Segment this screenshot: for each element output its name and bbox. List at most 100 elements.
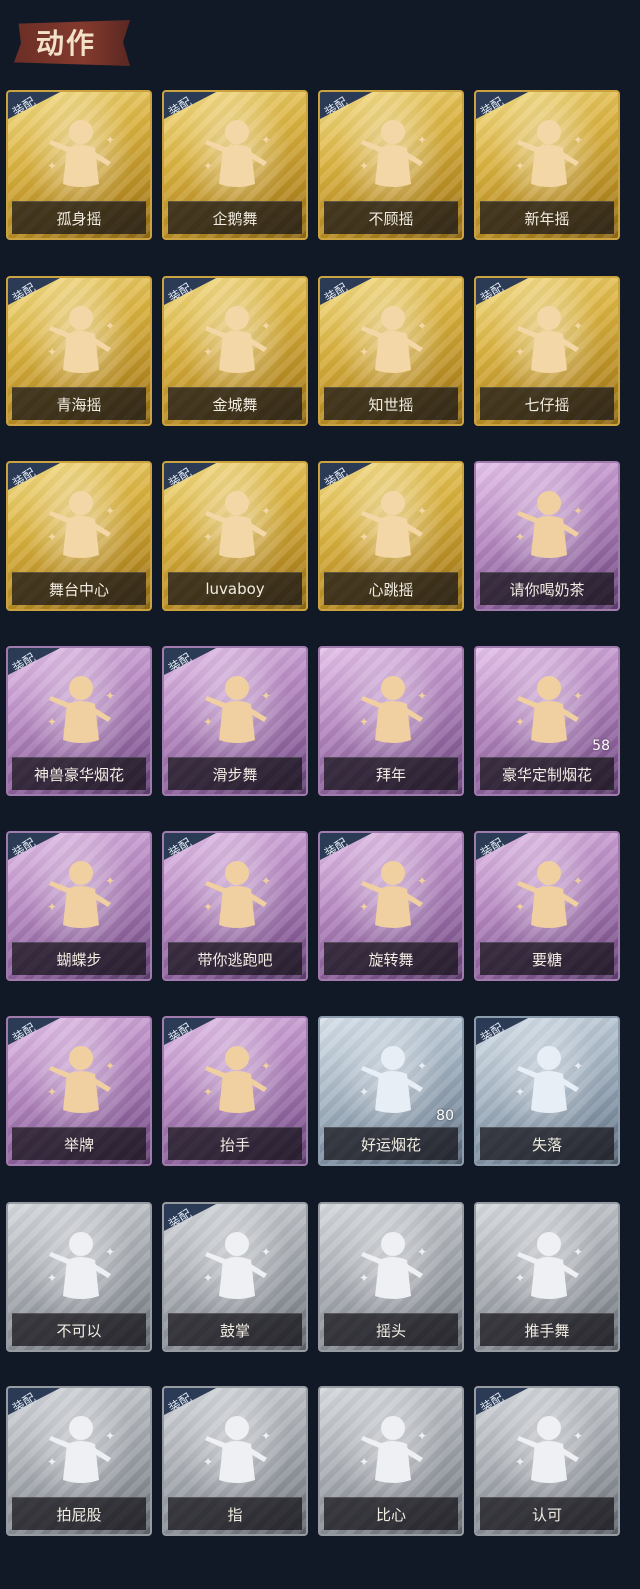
- svg-text:✦: ✦: [261, 874, 271, 888]
- emote-card[interactable]: ✦ ✦ 神兽豪华烟花 装配: [6, 646, 152, 796]
- figure-raise-icon: ✦ ✦: [197, 1040, 277, 1128]
- svg-text:✦: ✦: [359, 1455, 369, 1469]
- svg-text:✦: ✦: [417, 133, 427, 147]
- figure-music-icon: ✦ ✦: [353, 300, 433, 388]
- svg-text:✦: ✦: [359, 1271, 369, 1285]
- card-label: 舞台中心: [48, 580, 109, 599]
- svg-text:✦: ✦: [47, 159, 57, 173]
- emote-card[interactable]: ✦ ✦ 带你逃跑吧 装配: [162, 831, 308, 981]
- svg-text:✦: ✦: [573, 874, 583, 888]
- card-label: 青海摇: [56, 395, 102, 414]
- card-label-bar: 蝴蝶步: [12, 942, 146, 975]
- emote-card[interactable]: ✦ ✦ 比心: [318, 1386, 464, 1536]
- svg-text:✦: ✦: [203, 1455, 213, 1469]
- emote-card[interactable]: ✦ ✦ 80 好运烟花: [318, 1016, 464, 1166]
- emote-card[interactable]: ✦ ✦ 不可以: [6, 1202, 152, 1352]
- emote-card[interactable]: ✦ ✦ 七仔摇 装配: [474, 276, 620, 426]
- emote-card[interactable]: ✦ ✦ 舞台中心 装配: [6, 461, 152, 611]
- card-label: 比心: [375, 1505, 406, 1524]
- card-label: 推手舞: [524, 1321, 570, 1340]
- card-label-bar: 金城舞: [168, 387, 302, 420]
- card-label-bar: 鼓掌: [168, 1313, 302, 1346]
- card-label-bar: 滑步舞: [168, 757, 302, 790]
- svg-text:✦: ✦: [261, 319, 271, 333]
- emote-card[interactable]: ✦ ✦ 拜年: [318, 646, 464, 796]
- emote-card[interactable]: ✦ ✦ 孤身摇 装配: [6, 90, 152, 240]
- svg-text:✦: ✦: [105, 1059, 115, 1073]
- card-label: 七仔摇: [524, 395, 570, 414]
- figure-spin-icon: ✦ ✦: [353, 855, 433, 943]
- svg-text:✦: ✦: [47, 530, 57, 544]
- svg-text:✦: ✦: [47, 900, 57, 914]
- figure-arms-icon: ✦ ✦: [41, 300, 121, 388]
- emote-card[interactable]: ✦ ✦ 摇头: [318, 1202, 464, 1352]
- emote-card[interactable]: ✦ ✦ luvaboy 装配: [162, 461, 308, 611]
- emote-card[interactable]: ✦ ✦ 认可 装配: [474, 1386, 620, 1536]
- svg-text:✦: ✦: [515, 1455, 525, 1469]
- card-label: 认可: [531, 1505, 562, 1524]
- card-label-bar: 抬手: [168, 1127, 302, 1160]
- emote-card[interactable]: ✦ ✦ 新年摇 装配: [474, 90, 620, 240]
- card-label-bar: 拜年: [324, 757, 458, 790]
- card-label-bar: 舞台中心: [12, 572, 146, 605]
- emote-card[interactable]: ✦ ✦ 心跳摇 装配: [318, 461, 464, 611]
- card-label-bar: 知世摇: [324, 387, 458, 420]
- emote-card[interactable]: ✦ ✦ 鼓掌 装配: [162, 1202, 308, 1352]
- card-label: 请你喝奶茶: [509, 580, 585, 599]
- svg-text:✦: ✦: [573, 133, 583, 147]
- svg-text:✦: ✦: [515, 530, 525, 544]
- card-label: 企鹅舞: [212, 209, 258, 228]
- section-header: 动作: [0, 0, 640, 80]
- emote-card[interactable]: ✦ ✦ 举牌 装配: [6, 1016, 152, 1166]
- card-label-bar: 旋转舞: [324, 942, 458, 975]
- card-label-bar: 神兽豪华烟花: [12, 757, 146, 790]
- svg-text:✦: ✦: [515, 159, 525, 173]
- card-label-bar: 企鹅舞: [168, 201, 302, 234]
- emote-card[interactable]: ✦ ✦ 企鹅舞 装配: [162, 90, 308, 240]
- card-label-bar: 请你喝奶茶: [480, 572, 614, 605]
- emote-card[interactable]: ✦ ✦ 请你喝奶茶: [474, 461, 620, 611]
- card-label-bar: 失落: [480, 1127, 614, 1160]
- card-label-bar: 心跳摇: [324, 572, 458, 605]
- item-count: 58: [592, 738, 610, 754]
- figure-ask-icon: ✦ ✦: [509, 855, 589, 943]
- firework-can-icon: ✦ ✦: [353, 1040, 433, 1128]
- fireworks-gift-icon: ✦ ✦: [509, 670, 589, 758]
- emote-card[interactable]: ✦ ✦ 抬手 装配: [162, 1016, 308, 1166]
- emote-card[interactable]: ✦ ✦ 青海摇 装配: [6, 276, 152, 426]
- emote-card[interactable]: ✦ ✦ 蝴蝶步 装配: [6, 831, 152, 981]
- card-label: 不可以: [56, 1321, 102, 1340]
- svg-text:✦: ✦: [203, 715, 213, 729]
- card-label-bar: 推手舞: [480, 1313, 614, 1346]
- svg-text:✦: ✦: [47, 715, 57, 729]
- svg-text:✦: ✦: [105, 1429, 115, 1443]
- emote-card[interactable]: ✦ ✦ 不顾摇 装配: [318, 90, 464, 240]
- emote-card[interactable]: ✦ ✦ 要糖 装配: [474, 831, 620, 981]
- figure-wave-icon: ✦ ✦: [353, 485, 433, 573]
- emote-card[interactable]: ✦ ✦ 旋转舞 装配: [318, 831, 464, 981]
- emote-card[interactable]: ✦ ✦ 指装配: [162, 1386, 308, 1536]
- svg-text:✦: ✦: [359, 345, 369, 359]
- emote-card[interactable]: ✦ ✦ 58 豪华定制烟花: [474, 646, 620, 796]
- emote-card[interactable]: ✦ ✦ 拍屁股 装配: [6, 1386, 152, 1536]
- card-label: 新年摇: [524, 209, 570, 228]
- card-label: 拍屁股: [56, 1505, 102, 1524]
- card-label-bar: 认可: [480, 1497, 614, 1530]
- card-label: 心跳摇: [368, 580, 414, 599]
- emote-card[interactable]: ✦ ✦ 失落 装配: [474, 1016, 620, 1166]
- card-label-bar: 举牌: [12, 1127, 146, 1160]
- svg-text:✦: ✦: [203, 1085, 213, 1099]
- emote-card[interactable]: ✦ ✦ 滑步舞 装配: [162, 646, 308, 796]
- figure-arms-icon: ✦ ✦: [41, 855, 121, 943]
- emote-card[interactable]: ✦ ✦ 推手舞: [474, 1202, 620, 1352]
- figure-sign-icon: ✦ ✦: [41, 1040, 121, 1128]
- card-label-bar: 拍屁股: [12, 1497, 146, 1530]
- card-label: 滑步舞: [212, 765, 258, 784]
- svg-text:✦: ✦: [359, 900, 369, 914]
- emote-card[interactable]: ✦ ✦ 金城舞 装配: [162, 276, 308, 426]
- heart-hand-icon: ✦ ✦: [353, 1410, 433, 1498]
- svg-text:✦: ✦: [417, 1429, 427, 1443]
- card-label: 豪华定制烟花: [501, 765, 592, 784]
- emote-card[interactable]: ✦ ✦ 知世摇 装配: [318, 276, 464, 426]
- figure-sign-icon: ✦ ✦: [509, 485, 589, 573]
